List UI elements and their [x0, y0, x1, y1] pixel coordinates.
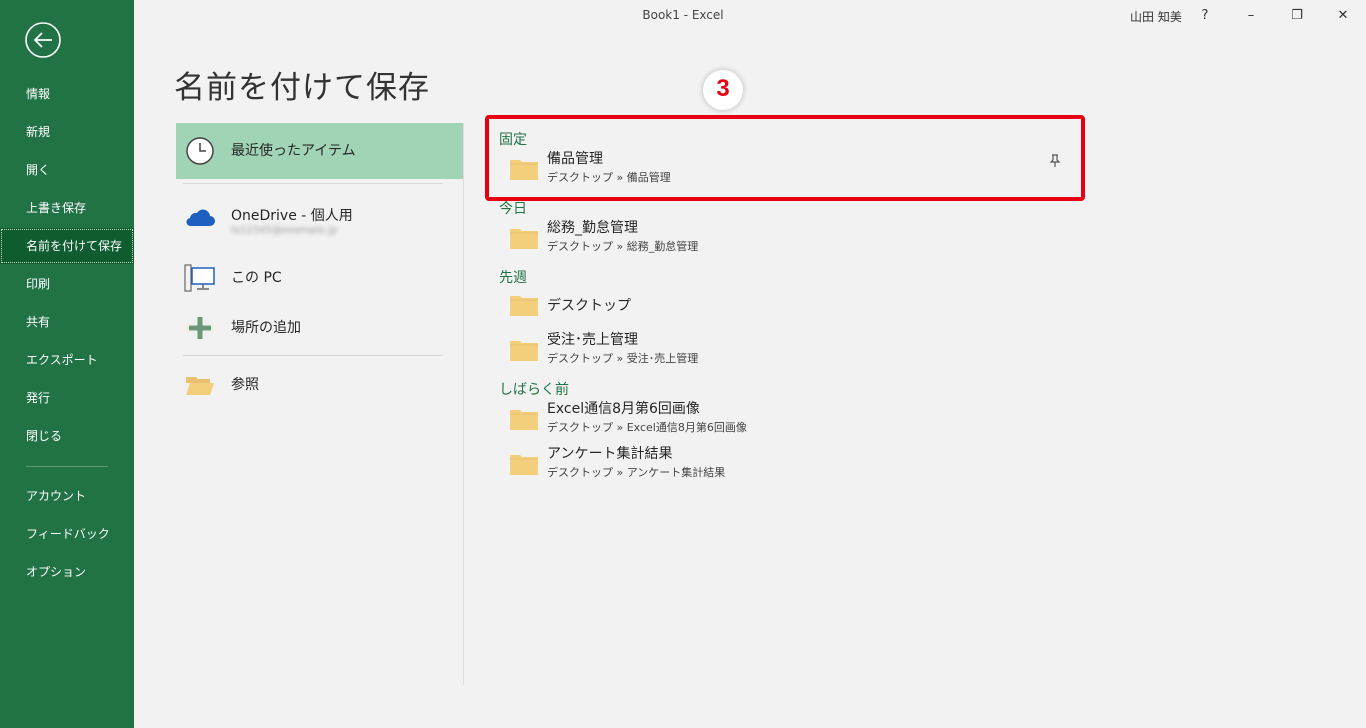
folder-path: デスクトップ » 受注･売上管理 — [547, 352, 699, 365]
location-onedrive[interactable]: OneDrive - 個人用 ts12345@example.jp — [176, 187, 463, 245]
folder-path: デスクトップ » Excel通信8月第6回画像 — [547, 421, 747, 434]
location-recent[interactable]: 最近使ったアイテム — [176, 123, 463, 179]
page-title: 名前を付けて保存 — [174, 70, 430, 106]
folder-item[interactable]: 総務_勤怠管理 デスクトップ » 総務_勤怠管理 — [499, 215, 1079, 259]
close-button[interactable]: ✕ — [1320, 0, 1366, 32]
folder-path: デスクトップ » アンケート集計結果 — [547, 466, 726, 479]
nav-item-export[interactable]: エクスポート — [0, 342, 134, 378]
folder-name: デスクトップ — [547, 298, 631, 314]
folder-item[interactable]: デスクトップ — [499, 282, 1079, 326]
nav-item-account[interactable]: アカウント — [0, 478, 134, 514]
computer-icon — [184, 262, 216, 294]
plus-icon — [184, 312, 216, 344]
folder-icon — [510, 294, 538, 316]
nav-item-save[interactable]: 上書き保存 — [0, 190, 134, 226]
pin-icon[interactable] — [1047, 154, 1063, 170]
nav-divider — [26, 466, 108, 467]
location-add-place[interactable]: 場所の追加 — [176, 300, 463, 356]
folder-item[interactable]: 受注･売上管理 デスクトップ » 受注･売上管理 — [499, 327, 1079, 371]
divider — [183, 183, 443, 184]
open-folder-icon — [184, 369, 216, 401]
nav-item-new[interactable]: 新規 — [0, 114, 134, 150]
folder-path: デスクトップ » 備品管理 — [547, 171, 671, 184]
location-add-place-label: 場所の追加 — [231, 320, 301, 336]
folder-icon — [510, 158, 538, 180]
column-divider — [463, 123, 464, 685]
location-recent-label: 最近使ったアイテム — [231, 143, 356, 159]
folder-name: 総務_勤怠管理 — [547, 220, 638, 236]
folder-icon — [510, 339, 538, 361]
location-browse[interactable]: 参照 — [176, 357, 463, 413]
user-name[interactable]: 山田 知美 — [1130, 8, 1182, 25]
folder-icon — [510, 453, 538, 475]
help-button[interactable]: ? — [1182, 0, 1228, 32]
nav-item-print[interactable]: 印刷 — [0, 266, 134, 302]
folder-name: 受注･売上管理 — [547, 332, 638, 348]
location-browse-label: 参照 — [231, 377, 259, 393]
nav-item-options[interactable]: オプション — [0, 554, 134, 590]
folder-item[interactable]: Excel通信8月第6回画像 デスクトップ » Excel通信8月第6回画像 — [499, 396, 1079, 440]
folder-name: Excel通信8月第6回画像 — [547, 401, 700, 417]
folder-name: アンケート集計結果 — [547, 446, 673, 462]
nav-item-info[interactable]: 情報 — [0, 76, 134, 112]
nav-item-feedback[interactable]: フィードバック — [0, 516, 134, 552]
backstage-nav: 情報 新規 開く 上書き保存 名前を付けて保存 印刷 共有 エクスポート 発行 … — [0, 0, 134, 728]
folder-item[interactable]: 備品管理 デスクトップ » 備品管理 — [499, 146, 1079, 190]
location-this-pc-label: この PC — [231, 270, 282, 286]
location-onedrive-label: OneDrive - 個人用 — [231, 208, 353, 224]
nav-item-open[interactable]: 開く — [0, 152, 134, 188]
divider — [183, 355, 443, 356]
folder-name: 備品管理 — [547, 151, 603, 167]
location-this-pc[interactable]: この PC — [176, 250, 463, 306]
folder-icon — [510, 227, 538, 249]
nav-item-save-as[interactable]: 名前を付けて保存 — [0, 228, 134, 264]
step-number-badge: 3 — [703, 70, 743, 110]
folder-icon — [510, 408, 538, 430]
nav-item-share[interactable]: 共有 — [0, 304, 134, 340]
nav-item-publish[interactable]: 発行 — [0, 380, 134, 416]
restore-button[interactable]: ❐ — [1274, 0, 1320, 32]
folder-path: デスクトップ » 総務_勤怠管理 — [547, 240, 699, 253]
onedrive-account: ts12345@example.jp — [231, 225, 338, 236]
back-arrow-icon[interactable] — [23, 20, 63, 60]
clock-icon — [184, 135, 216, 167]
minimize-button[interactable]: – — [1228, 0, 1274, 32]
nav-item-close[interactable]: 閉じる — [0, 418, 134, 454]
cloud-icon — [184, 205, 216, 237]
folder-item[interactable]: アンケート集計結果 デスクトップ » アンケート集計結果 — [499, 441, 1079, 485]
